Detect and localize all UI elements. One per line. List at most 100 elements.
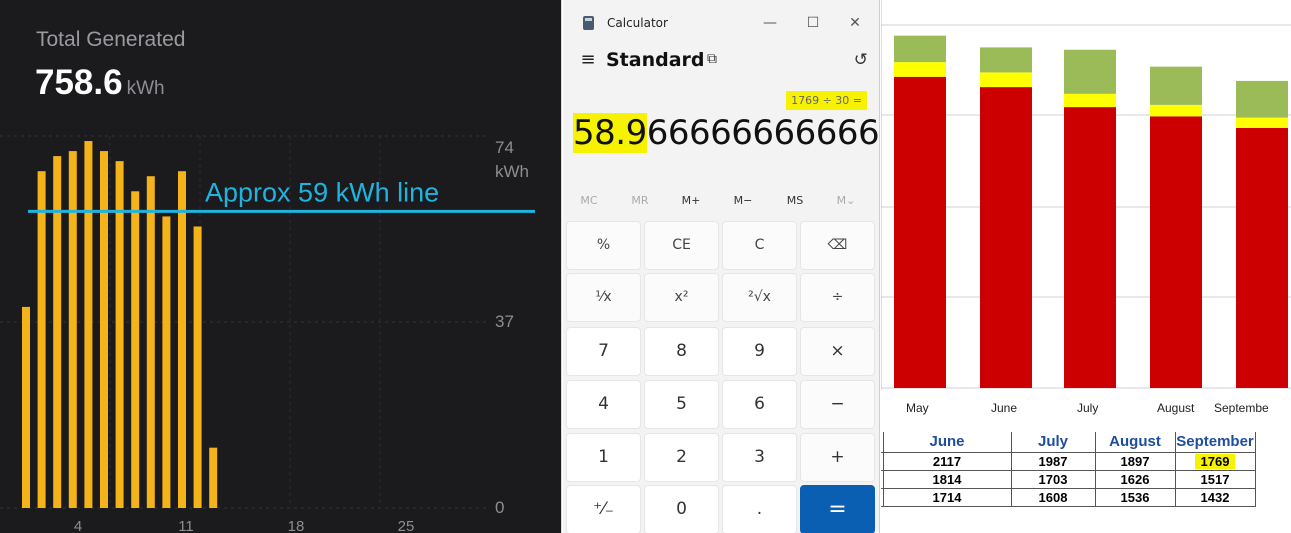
bar-segment-base xyxy=(980,87,1032,388)
percent-button[interactable]: % xyxy=(566,221,641,270)
energy-bar xyxy=(84,141,93,508)
memory-recall-button[interactable]: MR xyxy=(620,194,660,207)
digit-1-button[interactable]: 1 xyxy=(566,433,641,482)
data-table: June July August September 2117 1987 1897 1769 1… xyxy=(881,432,1256,507)
clear-entry-button[interactable]: CE xyxy=(644,221,719,270)
clear-button[interactable]: C xyxy=(722,221,797,270)
memory-store-button[interactable]: MS xyxy=(775,194,815,207)
divide-button[interactable]: ÷ xyxy=(800,273,875,322)
x-tick-label: 11 xyxy=(178,518,194,533)
digit-4-button[interactable]: 4 xyxy=(566,380,641,429)
energy-bar xyxy=(100,151,108,508)
stacked-bar-chart xyxy=(881,0,1291,390)
month-label: May xyxy=(906,401,929,415)
screenshot-composite: Total Generated 758.6 kWh Approx 59 kWh l… xyxy=(0,0,1291,533)
multiply-button[interactable]: × xyxy=(800,327,875,376)
energy-bar xyxy=(178,171,186,508)
table-cell[interactable]: 1536 xyxy=(1094,487,1176,507)
table-header: August xyxy=(1094,432,1176,453)
energy-bar xyxy=(209,447,218,508)
close-icon[interactable]: ✕ xyxy=(840,10,870,36)
square-root-button[interactable]: ²√x xyxy=(722,273,797,322)
reciprocal-button[interactable]: ¹⁄x xyxy=(566,273,641,322)
energy-bar xyxy=(146,176,155,508)
month-label: August xyxy=(1157,401,1195,415)
table-row: 1814 1703 1626 1517 xyxy=(881,469,1256,489)
memory-subtract-button[interactable]: M− xyxy=(723,194,763,207)
history-icon[interactable]: ↺ xyxy=(854,50,868,70)
table-cell[interactable]: 1608 xyxy=(1010,487,1096,507)
maximize-icon[interactable]: ☐ xyxy=(798,10,828,36)
table-cell[interactable]: 1517 xyxy=(1174,469,1256,489)
backspace-button[interactable]: ⌫ xyxy=(800,221,875,270)
digit-8-button[interactable]: 8 xyxy=(644,327,719,376)
equals-button[interactable]: = xyxy=(800,485,875,533)
result-rest: 6666666666667 xyxy=(646,113,880,153)
digit-5-button[interactable]: 5 xyxy=(644,380,719,429)
month-label: Septembe xyxy=(1214,401,1269,415)
bar-segment-middle xyxy=(894,62,946,77)
energy-app-panel: Total Generated 758.6 kWh Approx 59 kWh l… xyxy=(0,0,562,533)
table-cell[interactable]: 1769 xyxy=(1174,451,1256,471)
calculator-app-icon xyxy=(583,16,594,30)
window-title: Calculator xyxy=(607,16,668,30)
calculator-window: Calculator — ☐ ✕ ≡ Standard ⧉ ↺ 1769 ÷ 3… xyxy=(563,0,880,533)
menu-icon[interactable]: ≡ xyxy=(576,48,600,72)
table-cell[interactable]: 1626 xyxy=(1094,469,1176,489)
decimal-button[interactable]: . xyxy=(722,485,797,533)
memory-add-button[interactable]: M+ xyxy=(671,194,711,207)
negate-button[interactable]: ⁺⁄₋ xyxy=(566,485,641,533)
energy-bar xyxy=(53,156,62,509)
result-highlight: 58.9 xyxy=(573,113,647,153)
table-cell[interactable]: 1987 xyxy=(1010,451,1096,471)
bar-segment-top xyxy=(894,35,946,63)
table-header: July xyxy=(1010,432,1096,453)
mode-bar: ≡ Standard ⧉ ↺ xyxy=(563,48,879,78)
y-tick-label: 37 xyxy=(495,312,514,331)
energy-bar xyxy=(37,171,46,508)
add-button[interactable]: + xyxy=(800,433,875,482)
minimize-icon[interactable]: — xyxy=(755,10,785,36)
table-cell[interactable]: 2117 xyxy=(882,451,1012,471)
energy-bar xyxy=(131,191,140,508)
x-tick-label: 4 xyxy=(74,518,82,533)
digit-6-button[interactable]: 6 xyxy=(722,380,797,429)
energy-bar xyxy=(22,306,30,508)
result-display: 58.96666666666667 xyxy=(573,113,880,153)
digit-7-button[interactable]: 7 xyxy=(566,327,641,376)
digit-3-button[interactable]: 3 xyxy=(722,433,797,482)
energy-bar xyxy=(193,226,202,508)
bar-segment-middle xyxy=(1236,117,1288,128)
expression-display: 1769 ÷ 30 = xyxy=(786,91,867,110)
digit-2-button[interactable]: 2 xyxy=(644,433,719,482)
y-tick-label: 74 xyxy=(495,138,514,157)
month-label: June xyxy=(991,401,1018,415)
energy-bar xyxy=(115,161,124,508)
highlighted-value: 1769 xyxy=(1194,453,1236,469)
bar-segment-middle xyxy=(1150,104,1202,117)
square-button[interactable]: x² xyxy=(644,273,719,322)
bar-segment-middle xyxy=(980,72,1032,88)
bar-segment-top xyxy=(1236,80,1288,118)
memory-clear-button[interactable]: MC xyxy=(569,194,609,207)
y-tick-label: 0 xyxy=(495,498,504,517)
keep-on-top-icon[interactable]: ⧉ xyxy=(707,51,717,67)
bar-segment-middle xyxy=(1064,93,1116,108)
energy-bar xyxy=(68,151,77,508)
table-row: 2117 1987 1897 1769 xyxy=(881,451,1256,471)
x-tick-label: 18 xyxy=(288,518,305,533)
subtract-button[interactable]: − xyxy=(800,380,875,429)
table-cell[interactable]: 1897 xyxy=(1094,451,1176,471)
bar-segment-base xyxy=(1236,127,1288,388)
month-label: July xyxy=(1077,401,1099,415)
table-cell[interactable]: 1814 xyxy=(882,469,1012,489)
digit-9-button[interactable]: 9 xyxy=(722,327,797,376)
bar-segment-top xyxy=(980,47,1032,73)
table-cell[interactable]: 1432 xyxy=(1174,487,1256,507)
digit-0-button[interactable]: 0 xyxy=(644,485,719,533)
calculator-titlebar[interactable]: Calculator — ☐ ✕ xyxy=(563,0,879,44)
table-cell[interactable]: 1714 xyxy=(882,487,1012,507)
table-cell[interactable]: 1703 xyxy=(1010,469,1096,489)
memory-list-button[interactable]: M⌄ xyxy=(826,194,866,207)
table-row: 1714 1608 1536 1432 xyxy=(881,487,1256,507)
